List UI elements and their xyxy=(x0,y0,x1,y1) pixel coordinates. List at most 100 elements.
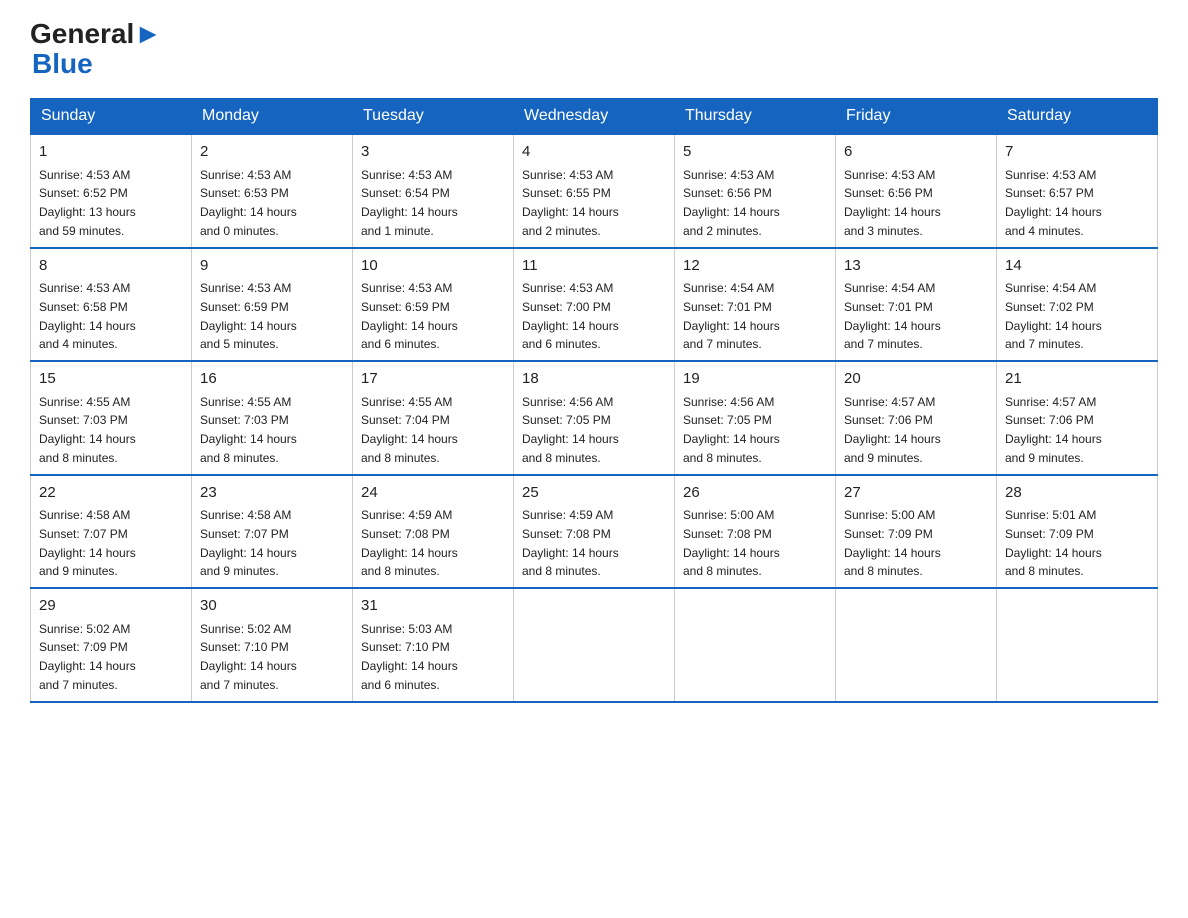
day-number: 10 xyxy=(361,255,505,278)
day-of-week-header: Thursday xyxy=(675,99,836,135)
day-number: 7 xyxy=(1005,141,1149,164)
day-number: 21 xyxy=(1005,368,1149,391)
calendar-cell: 15 Sunrise: 4:55 AMSunset: 7:03 PMDaylig… xyxy=(31,361,192,475)
day-number: 4 xyxy=(522,141,666,164)
day-number: 8 xyxy=(39,255,183,278)
day-info: Sunrise: 4:53 AMSunset: 6:52 PMDaylight:… xyxy=(39,168,136,238)
day-info: Sunrise: 5:00 AMSunset: 7:08 PMDaylight:… xyxy=(683,508,780,578)
calendar-cell xyxy=(836,588,997,702)
calendar-cell: 26 Sunrise: 5:00 AMSunset: 7:08 PMDaylig… xyxy=(675,475,836,589)
calendar-cell: 19 Sunrise: 4:56 AMSunset: 7:05 PMDaylig… xyxy=(675,361,836,475)
day-info: Sunrise: 4:56 AMSunset: 7:05 PMDaylight:… xyxy=(683,395,780,465)
day-number: 22 xyxy=(39,482,183,505)
day-number: 30 xyxy=(200,595,344,618)
calendar-cell: 24 Sunrise: 4:59 AMSunset: 7:08 PMDaylig… xyxy=(353,475,514,589)
day-info: Sunrise: 5:00 AMSunset: 7:09 PMDaylight:… xyxy=(844,508,941,578)
day-info: Sunrise: 5:02 AMSunset: 7:10 PMDaylight:… xyxy=(200,622,297,692)
calendar-cell: 1 Sunrise: 4:53 AMSunset: 6:52 PMDayligh… xyxy=(31,134,192,248)
calendar-cell: 12 Sunrise: 4:54 AMSunset: 7:01 PMDaylig… xyxy=(675,248,836,362)
calendar-cell: 23 Sunrise: 4:58 AMSunset: 7:07 PMDaylig… xyxy=(192,475,353,589)
day-number: 26 xyxy=(683,482,827,505)
logo-text: General► xyxy=(30,20,162,48)
day-number: 15 xyxy=(39,368,183,391)
calendar-cell: 14 Sunrise: 4:54 AMSunset: 7:02 PMDaylig… xyxy=(997,248,1158,362)
day-info: Sunrise: 4:53 AMSunset: 6:57 PMDaylight:… xyxy=(1005,168,1102,238)
calendar-cell: 22 Sunrise: 4:58 AMSunset: 7:07 PMDaylig… xyxy=(31,475,192,589)
day-number: 9 xyxy=(200,255,344,278)
calendar-table: SundayMondayTuesdayWednesdayThursdayFrid… xyxy=(30,98,1158,703)
day-number: 24 xyxy=(361,482,505,505)
calendar-cell: 25 Sunrise: 4:59 AMSunset: 7:08 PMDaylig… xyxy=(514,475,675,589)
day-number: 17 xyxy=(361,368,505,391)
calendar-cell: 13 Sunrise: 4:54 AMSunset: 7:01 PMDaylig… xyxy=(836,248,997,362)
day-of-week-header: Wednesday xyxy=(514,99,675,135)
day-number: 3 xyxy=(361,141,505,164)
day-of-week-header: Tuesday xyxy=(353,99,514,135)
day-number: 14 xyxy=(1005,255,1149,278)
calendar-cell: 10 Sunrise: 4:53 AMSunset: 6:59 PMDaylig… xyxy=(353,248,514,362)
day-info: Sunrise: 4:55 AMSunset: 7:03 PMDaylight:… xyxy=(200,395,297,465)
calendar-cell xyxy=(997,588,1158,702)
calendar-week-row: 15 Sunrise: 4:55 AMSunset: 7:03 PMDaylig… xyxy=(31,361,1158,475)
day-info: Sunrise: 4:56 AMSunset: 7:05 PMDaylight:… xyxy=(522,395,619,465)
day-of-week-header: Friday xyxy=(836,99,997,135)
day-info: Sunrise: 4:53 AMSunset: 6:53 PMDaylight:… xyxy=(200,168,297,238)
day-info: Sunrise: 4:53 AMSunset: 6:54 PMDaylight:… xyxy=(361,168,458,238)
day-info: Sunrise: 5:03 AMSunset: 7:10 PMDaylight:… xyxy=(361,622,458,692)
day-info: Sunrise: 4:53 AMSunset: 6:58 PMDaylight:… xyxy=(39,281,136,351)
day-number: 18 xyxy=(522,368,666,391)
day-number: 19 xyxy=(683,368,827,391)
day-info: Sunrise: 4:53 AMSunset: 6:56 PMDaylight:… xyxy=(844,168,941,238)
calendar-cell: 5 Sunrise: 4:53 AMSunset: 6:56 PMDayligh… xyxy=(675,134,836,248)
calendar-week-row: 29 Sunrise: 5:02 AMSunset: 7:09 PMDaylig… xyxy=(31,588,1158,702)
day-info: Sunrise: 4:57 AMSunset: 7:06 PMDaylight:… xyxy=(844,395,941,465)
calendar-cell: 28 Sunrise: 5:01 AMSunset: 7:09 PMDaylig… xyxy=(997,475,1158,589)
day-info: Sunrise: 4:59 AMSunset: 7:08 PMDaylight:… xyxy=(361,508,458,578)
calendar-cell: 7 Sunrise: 4:53 AMSunset: 6:57 PMDayligh… xyxy=(997,134,1158,248)
calendar-cell: 21 Sunrise: 4:57 AMSunset: 7:06 PMDaylig… xyxy=(997,361,1158,475)
calendar-week-row: 22 Sunrise: 4:58 AMSunset: 7:07 PMDaylig… xyxy=(31,475,1158,589)
day-number: 31 xyxy=(361,595,505,618)
day-number: 23 xyxy=(200,482,344,505)
calendar-cell: 11 Sunrise: 4:53 AMSunset: 7:00 PMDaylig… xyxy=(514,248,675,362)
day-number: 1 xyxy=(39,141,183,164)
day-info: Sunrise: 4:53 AMSunset: 7:00 PMDaylight:… xyxy=(522,281,619,351)
day-number: 25 xyxy=(522,482,666,505)
calendar-cell: 18 Sunrise: 4:56 AMSunset: 7:05 PMDaylig… xyxy=(514,361,675,475)
day-info: Sunrise: 4:58 AMSunset: 7:07 PMDaylight:… xyxy=(39,508,136,578)
calendar-header-row: SundayMondayTuesdayWednesdayThursdayFrid… xyxy=(31,99,1158,135)
day-number: 27 xyxy=(844,482,988,505)
day-number: 20 xyxy=(844,368,988,391)
day-info: Sunrise: 4:54 AMSunset: 7:01 PMDaylight:… xyxy=(844,281,941,351)
day-info: Sunrise: 4:54 AMSunset: 7:01 PMDaylight:… xyxy=(683,281,780,351)
calendar-cell: 16 Sunrise: 4:55 AMSunset: 7:03 PMDaylig… xyxy=(192,361,353,475)
day-info: Sunrise: 4:55 AMSunset: 7:03 PMDaylight:… xyxy=(39,395,136,465)
day-info: Sunrise: 4:53 AMSunset: 6:55 PMDaylight:… xyxy=(522,168,619,238)
calendar-cell: 31 Sunrise: 5:03 AMSunset: 7:10 PMDaylig… xyxy=(353,588,514,702)
logo-blue-text: Blue xyxy=(32,48,93,79)
day-info: Sunrise: 4:57 AMSunset: 7:06 PMDaylight:… xyxy=(1005,395,1102,465)
calendar-cell xyxy=(514,588,675,702)
calendar-cell: 30 Sunrise: 5:02 AMSunset: 7:10 PMDaylig… xyxy=(192,588,353,702)
day-info: Sunrise: 4:53 AMSunset: 6:59 PMDaylight:… xyxy=(361,281,458,351)
logo: General► Blue xyxy=(30,20,162,80)
calendar-cell: 27 Sunrise: 5:00 AMSunset: 7:09 PMDaylig… xyxy=(836,475,997,589)
calendar-week-row: 1 Sunrise: 4:53 AMSunset: 6:52 PMDayligh… xyxy=(31,134,1158,248)
calendar-cell: 8 Sunrise: 4:53 AMSunset: 6:58 PMDayligh… xyxy=(31,248,192,362)
calendar-cell: 29 Sunrise: 5:02 AMSunset: 7:09 PMDaylig… xyxy=(31,588,192,702)
day-number: 5 xyxy=(683,141,827,164)
calendar-cell: 9 Sunrise: 4:53 AMSunset: 6:59 PMDayligh… xyxy=(192,248,353,362)
day-info: Sunrise: 4:53 AMSunset: 6:59 PMDaylight:… xyxy=(200,281,297,351)
page-header: General► Blue xyxy=(30,20,1158,80)
calendar-cell: 6 Sunrise: 4:53 AMSunset: 6:56 PMDayligh… xyxy=(836,134,997,248)
calendar-cell: 4 Sunrise: 4:53 AMSunset: 6:55 PMDayligh… xyxy=(514,134,675,248)
day-number: 2 xyxy=(200,141,344,164)
day-info: Sunrise: 4:58 AMSunset: 7:07 PMDaylight:… xyxy=(200,508,297,578)
day-info: Sunrise: 4:54 AMSunset: 7:02 PMDaylight:… xyxy=(1005,281,1102,351)
day-info: Sunrise: 4:59 AMSunset: 7:08 PMDaylight:… xyxy=(522,508,619,578)
day-info: Sunrise: 5:02 AMSunset: 7:09 PMDaylight:… xyxy=(39,622,136,692)
day-number: 6 xyxy=(844,141,988,164)
calendar-week-row: 8 Sunrise: 4:53 AMSunset: 6:58 PMDayligh… xyxy=(31,248,1158,362)
calendar-cell: 17 Sunrise: 4:55 AMSunset: 7:04 PMDaylig… xyxy=(353,361,514,475)
day-info: Sunrise: 4:53 AMSunset: 6:56 PMDaylight:… xyxy=(683,168,780,238)
